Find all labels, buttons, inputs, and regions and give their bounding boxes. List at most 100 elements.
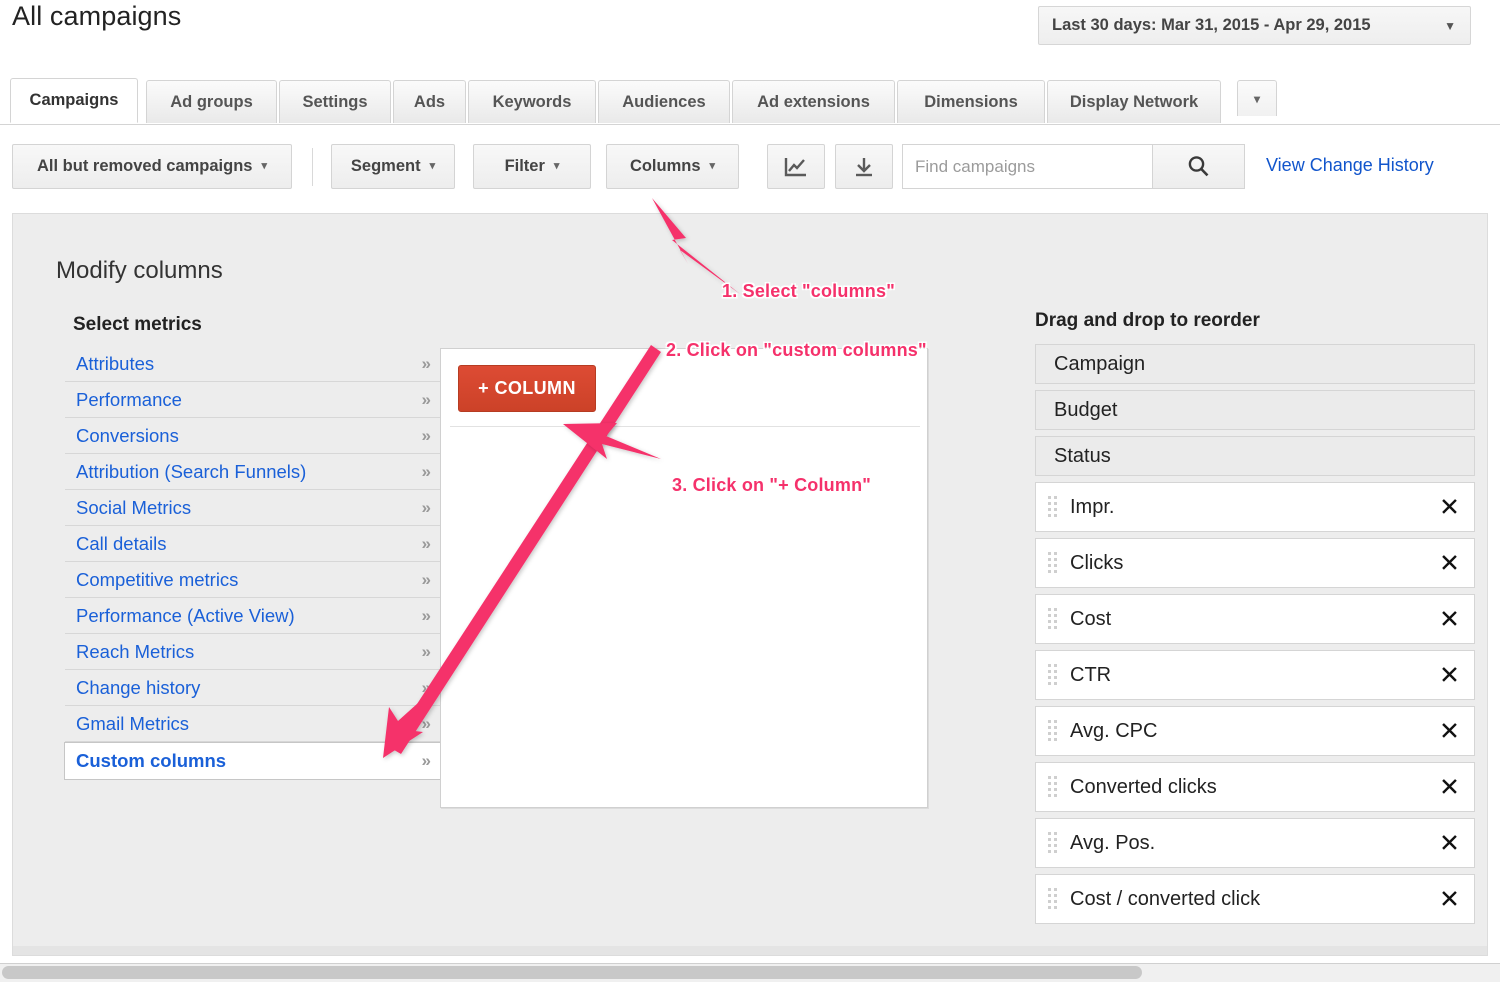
date-range-selector[interactable]: Last 30 days: Mar 31, 2015 - Apr 29, 201… [1038, 6, 1471, 45]
remove-column-button[interactable]: ✕ [1439, 887, 1460, 912]
drag-handle-icon[interactable] [1048, 608, 1057, 630]
chevron-right-icon: » [421, 497, 432, 517]
line-chart-icon [784, 157, 806, 176]
metric-item-performance-active-view[interactable]: Performance (Active View) » [65, 598, 441, 634]
toolbar-divider [312, 148, 313, 186]
remove-column-button[interactable]: ✕ [1439, 775, 1460, 800]
tab-audiences[interactable]: Audiences [598, 80, 730, 123]
campaign-scope-label: All but removed campaigns [37, 157, 253, 175]
reorder-item-cost-per-converted-click[interactable]: Cost / converted click ✕ [1035, 874, 1475, 924]
select-metrics-heading: Select metrics [73, 314, 202, 335]
reorder-list: Campaign Budget Status Impr. ✕ Clicks ✕ … [1035, 344, 1475, 930]
drag-handle-icon[interactable] [1048, 496, 1057, 518]
page-title: All campaigns [12, 1, 182, 31]
drag-handle-icon[interactable] [1048, 776, 1057, 798]
metric-label: Attribution (Search Funnels) [76, 460, 307, 482]
reorder-item-label: Cost / converted click [1070, 887, 1261, 910]
reorder-item-label: Converted clicks [1070, 775, 1217, 798]
metric-label: Change history [76, 676, 201, 698]
chevron-right-icon: » [421, 389, 432, 409]
tab-dimensions[interactable]: Dimensions [897, 80, 1045, 123]
annotation-step-3: 3. Click on "+ Column" [672, 475, 871, 495]
drag-handle-icon[interactable] [1048, 552, 1057, 574]
chevron-down-icon: ▾ [709, 160, 716, 172]
remove-column-button[interactable]: ✕ [1439, 663, 1460, 688]
chevron-down-icon: ▾ [261, 160, 267, 172]
reorder-item-label: Impr. [1070, 495, 1115, 518]
modify-columns-panel: Modify columns Select metrics Attributes… [12, 213, 1488, 956]
chevron-right-icon: » [421, 461, 432, 481]
metric-item-call-details[interactable]: Call details » [65, 526, 441, 562]
filter-dropdown[interactable]: Filter ▾ [473, 144, 591, 189]
view-change-history-link[interactable]: View Change History [1266, 155, 1434, 176]
tab-settings[interactable]: Settings [279, 80, 391, 123]
tab-keywords[interactable]: Keywords [468, 80, 596, 123]
reorder-item-label: Clicks [1070, 551, 1124, 574]
reorder-item-avg-cpc[interactable]: Avg. CPC ✕ [1035, 706, 1475, 756]
metric-label: Social Metrics [76, 496, 192, 518]
reorder-item-cost[interactable]: Cost ✕ [1035, 594, 1475, 644]
metric-item-conversions[interactable]: Conversions » [65, 418, 441, 454]
remove-column-button[interactable]: ✕ [1439, 719, 1460, 744]
chevron-right-icon: » [421, 605, 432, 625]
search-button[interactable] [1152, 144, 1245, 189]
metric-item-custom-columns[interactable]: Custom columns » [64, 742, 442, 780]
tab-ad-groups[interactable]: Ad groups [146, 80, 277, 123]
reorder-item-budget: Budget [1035, 390, 1475, 430]
chevron-right-icon: » [421, 751, 432, 770]
reorder-item-label: Budget [1054, 398, 1118, 421]
download-button[interactable] [835, 144, 893, 189]
drag-handle-icon[interactable] [1048, 664, 1057, 686]
remove-column-button[interactable]: ✕ [1439, 551, 1460, 576]
date-range-label: Last 30 days: Mar 31, 2015 - Apr 29, 201… [1052, 16, 1371, 34]
campaign-scope-dropdown[interactable]: All but removed campaigns ▾ [12, 144, 292, 189]
metric-item-performance[interactable]: Performance » [65, 382, 441, 418]
metric-item-gmail-metrics[interactable]: Gmail Metrics » [65, 706, 441, 742]
metric-label: Reach Metrics [76, 640, 195, 662]
metric-item-social-metrics[interactable]: Social Metrics » [65, 490, 441, 526]
tab-overflow-chevron-down-icon[interactable]: ▾ [1237, 80, 1277, 116]
tab-ad-extensions[interactable]: Ad extensions [732, 80, 895, 123]
download-icon [856, 157, 872, 176]
reorder-item-ctr[interactable]: CTR ✕ [1035, 650, 1475, 700]
drag-handle-icon[interactable] [1048, 888, 1057, 910]
add-column-button[interactable]: + COLUMN [458, 365, 596, 412]
remove-column-button[interactable]: ✕ [1439, 607, 1460, 632]
metric-label: Performance (Active View) [76, 604, 295, 626]
tab-display-network[interactable]: Display Network [1047, 80, 1221, 123]
metric-item-attributes[interactable]: Attributes » [65, 346, 441, 382]
metric-item-change-history[interactable]: Change history » [65, 670, 441, 706]
reorder-item-clicks[interactable]: Clicks ✕ [1035, 538, 1475, 588]
search-icon [1188, 156, 1209, 177]
panel-divider [450, 426, 920, 427]
metric-item-reach-metrics[interactable]: Reach Metrics » [65, 634, 441, 670]
reorder-heading: Drag and drop to reorder [1035, 310, 1260, 331]
metric-item-competitive-metrics[interactable]: Competitive metrics » [65, 562, 441, 598]
chevron-down-icon: ▼ [1444, 18, 1456, 33]
columns-label: Columns [629, 157, 701, 175]
columns-dropdown[interactable]: Columns ▾ [606, 144, 739, 189]
drag-handle-icon[interactable] [1048, 832, 1057, 854]
remove-column-button[interactable]: ✕ [1439, 831, 1460, 856]
reorder-item-impr[interactable]: Impr. ✕ [1035, 482, 1475, 532]
search-input[interactable] [902, 144, 1152, 189]
app-root: All campaigns Last 30 days: Mar 31, 2015… [0, 0, 1500, 982]
segment-dropdown[interactable]: Segment ▾ [331, 144, 455, 189]
chevron-down-icon: ▾ [553, 160, 560, 172]
remove-column-button[interactable]: ✕ [1439, 495, 1460, 520]
window-horizontal-scrollbar-thumb[interactable] [2, 966, 1142, 979]
reorder-item-avg-pos[interactable]: Avg. Pos. ✕ [1035, 818, 1475, 868]
chevron-right-icon: » [421, 353, 432, 373]
tab-ads[interactable]: Ads [393, 80, 466, 123]
reorder-item-converted-clicks[interactable]: Converted clicks ✕ [1035, 762, 1475, 812]
metric-item-attribution[interactable]: Attribution (Search Funnels) » [65, 454, 441, 490]
reorder-item-label: Status [1054, 444, 1111, 467]
reorder-item-status: Status [1035, 436, 1475, 476]
metric-label: Conversions [76, 424, 179, 446]
filter-label: Filter [504, 157, 545, 175]
metric-label: Attributes [76, 352, 155, 374]
chart-toggle-button[interactable] [767, 144, 825, 189]
drag-handle-icon[interactable] [1048, 720, 1057, 742]
panel-horizontal-scrollbar[interactable] [13, 946, 1487, 955]
tab-campaigns[interactable]: Campaigns [10, 78, 138, 123]
